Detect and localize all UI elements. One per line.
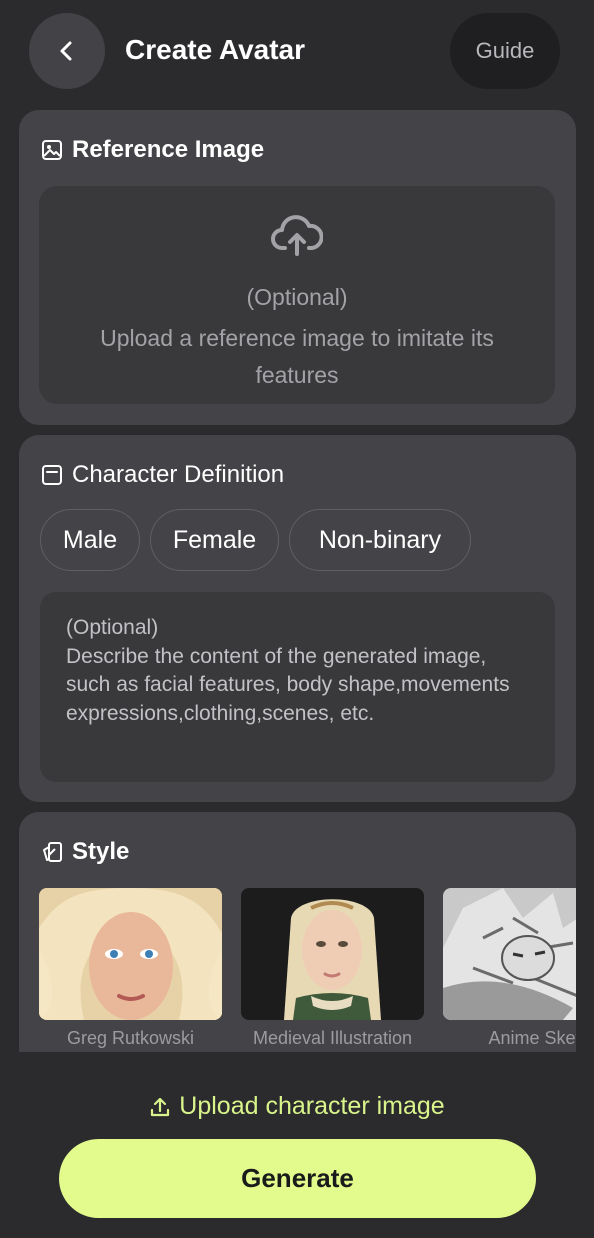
style-label-anime-sketch: Anime Sket (488, 1028, 576, 1048)
image-icon (40, 138, 64, 162)
reference-image-header: Reference Image (40, 136, 264, 164)
cloud-upload-icon (271, 215, 323, 256)
palette-icon (40, 840, 64, 864)
back-button[interactable] (29, 13, 105, 89)
reference-upload-area[interactable]: (Optional) Upload a reference image to i… (39, 186, 555, 404)
gender-chip-male[interactable]: Male (40, 509, 140, 571)
reference-image-card: Reference Image (Optional) Upload a refe… (19, 110, 576, 425)
guide-button[interactable]: Guide (450, 13, 560, 89)
generate-button[interactable]: Generate (59, 1139, 536, 1218)
style-label-medieval-illustration: Medieval Illustration (252, 1028, 413, 1048)
style-thumb-anime-sketch[interactable] (443, 888, 576, 1020)
gender-chip-female[interactable]: Female (150, 509, 279, 571)
style-header: Style (40, 838, 129, 866)
upload-description: Upload a reference image to imitate its … (100, 325, 494, 388)
page-title: Create Avatar (125, 34, 306, 65)
upload-character-image-label: Upload character image (179, 1092, 445, 1120)
style-title: Style (72, 838, 130, 865)
note-icon (40, 463, 64, 487)
upload-optional-label: (Optional) (246, 284, 348, 310)
chevron-left-icon (60, 41, 72, 61)
style-thumb-medieval-illustration[interactable] (241, 888, 424, 1020)
reference-image-title: Reference Image (72, 136, 265, 163)
header: Create Avatar Guide (0, 0, 594, 100)
character-definition-card: Character Definition Male Female Non-bin… (19, 435, 576, 802)
gender-chip-non-binary[interactable]: Non-binary (289, 509, 471, 571)
upload-icon (151, 1097, 170, 1116)
character-description-input[interactable]: (Optional) Describe the content of the g… (40, 592, 555, 782)
upload-character-image-link[interactable]: Upload character image (0, 1092, 594, 1121)
style-label-greg-rutkowski: Greg Rutkowski (66, 1028, 195, 1048)
character-definition-title: Character Definition (72, 461, 285, 488)
style-thumb-greg-rutkowski[interactable] (39, 888, 222, 1020)
character-definition-header: Character Definition (40, 461, 284, 489)
